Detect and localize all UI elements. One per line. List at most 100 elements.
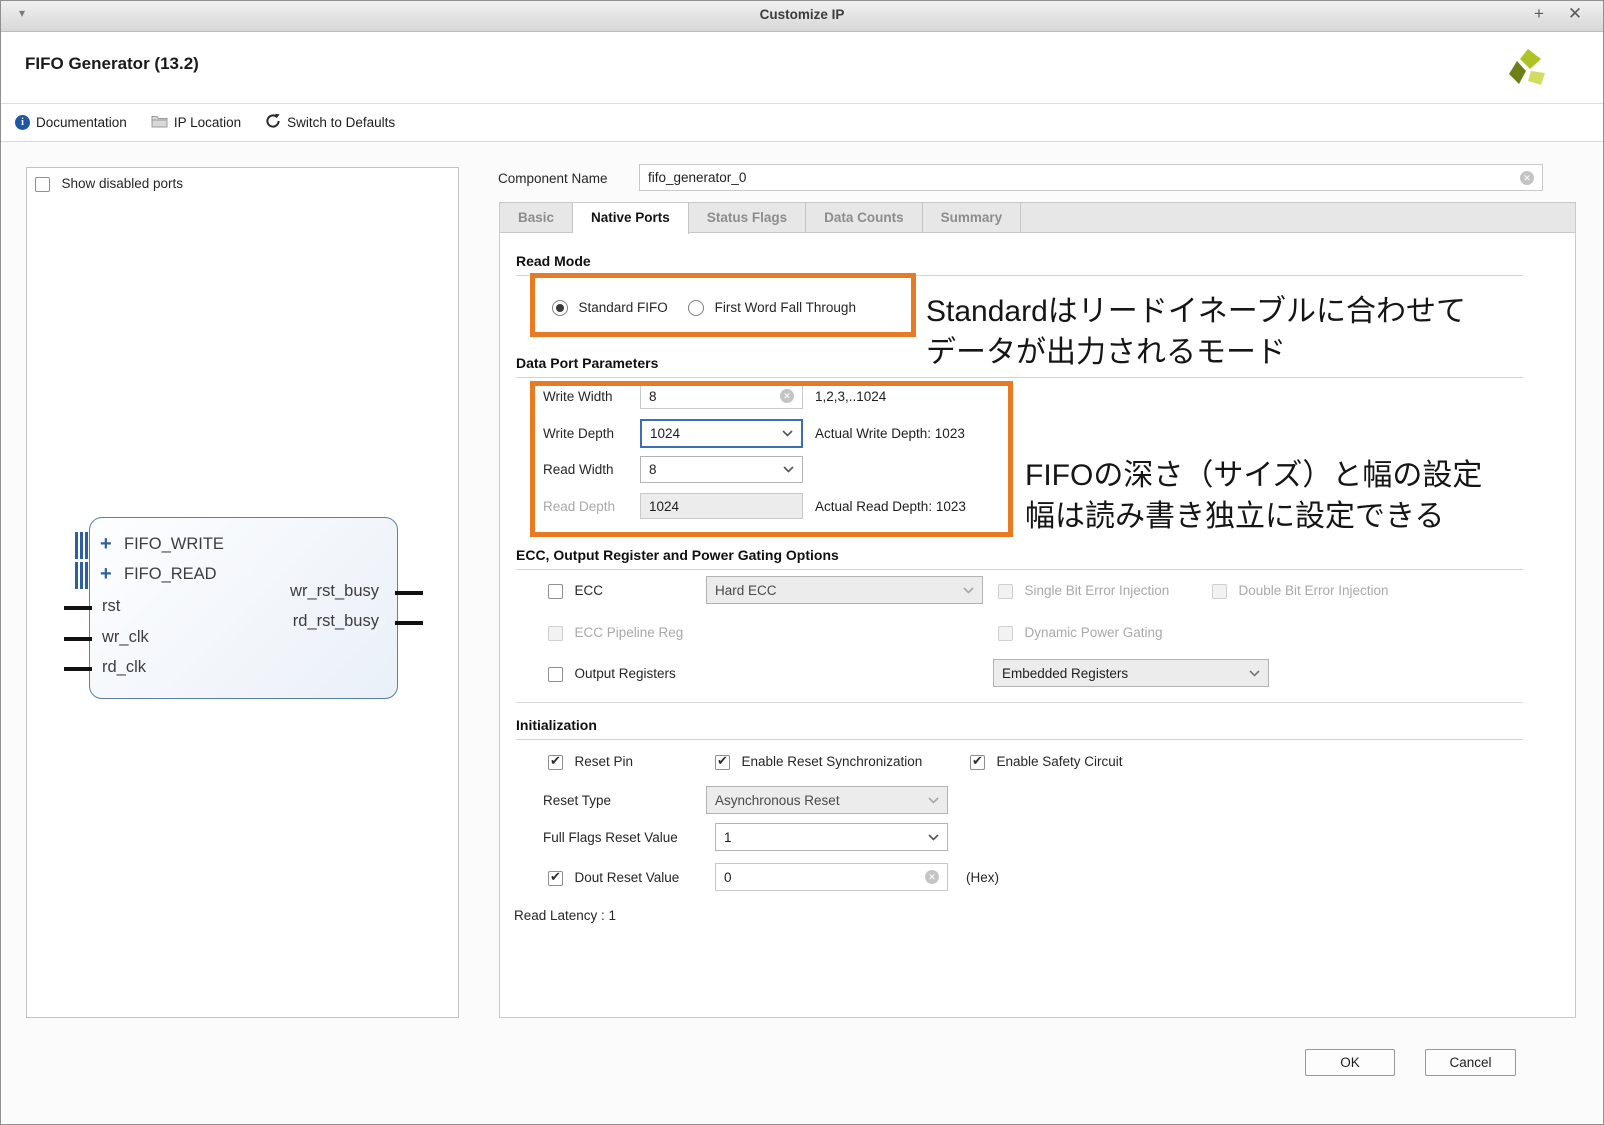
tab-strip: Basic Native Ports Status Flags Data Cou…	[499, 202, 1576, 233]
dout-reset-row: Dout Reset Value	[548, 870, 679, 888]
ecc-checkbox[interactable]	[548, 584, 563, 599]
ecc-pipeline-checkbox	[548, 626, 563, 641]
annotation-line: Standardはリードイネーブルに合わせて	[926, 291, 1466, 332]
show-disabled-ports-label: Show disabled ports	[61, 176, 183, 191]
component-name-value: fifo_generator_0	[648, 170, 746, 185]
show-disabled-ports-checkbox[interactable]	[35, 177, 50, 192]
cancel-button[interactable]: Cancel	[1425, 1049, 1516, 1076]
expand-fifo-write-icon[interactable]: +	[100, 534, 112, 554]
pin-wr-rst-busy	[395, 591, 423, 595]
output-registers-row: Output Registers	[548, 666, 676, 684]
single-bit-error-checkbox	[998, 584, 1013, 599]
enable-reset-sync-checkbox[interactable]	[715, 755, 730, 770]
native-ports-content: Read Mode Standard FIFO First Word Fall …	[499, 232, 1576, 1018]
ip-location-button[interactable]: IP Location	[151, 115, 241, 131]
reset-type-value: Asynchronous Reset	[715, 793, 840, 808]
enable-reset-sync-label: Enable Reset Synchronization	[741, 754, 922, 769]
tab-data-counts[interactable]: Data Counts	[806, 203, 923, 232]
annotation-line: 幅は読み書き独立に設定できる	[1025, 496, 1482, 537]
ecc-pipeline-row: ECC Pipeline Reg	[548, 625, 683, 643]
embedded-registers-value: Embedded Registers	[1002, 666, 1128, 681]
chevron-down-icon	[1249, 670, 1260, 677]
dynamic-power-label: Dynamic Power Gating	[1024, 625, 1162, 640]
single-bit-row: Single Bit Error Injection	[998, 583, 1169, 601]
enable-reset-sync-row: Enable Reset Synchronization	[715, 754, 922, 772]
data-port-section-title: Data Port Parameters	[516, 355, 1523, 378]
initialization-section-title: Initialization	[516, 717, 1523, 740]
port-rd-rst-busy: rd_rst_busy	[293, 612, 379, 631]
interface-fifo-read: FIFO_READ	[124, 565, 217, 584]
clear-icon[interactable]: ✕	[925, 870, 939, 884]
depth-annotation: FIFOの深さ（サイズ）と幅の設定 幅は読み書き独立に設定できる	[1025, 455, 1482, 537]
ip-location-label: IP Location	[174, 115, 241, 130]
component-name-input[interactable]: fifo_generator_0 ✕	[639, 164, 1543, 191]
port-rd-clk: rd_clk	[102, 658, 146, 677]
reset-pin-label: Reset Pin	[574, 754, 633, 769]
data-port-highlight-box	[530, 381, 1013, 537]
dynamic-power-row: Dynamic Power Gating	[998, 625, 1163, 643]
pin-rd-rst-busy	[395, 621, 423, 625]
show-disabled-ports-row: Show disabled ports	[35, 176, 183, 194]
pin-rd-clk	[64, 667, 92, 671]
refresh-icon	[265, 113, 281, 132]
reset-type-label: Reset Type	[543, 793, 611, 808]
ecc-pipeline-label: ECC Pipeline Reg	[574, 625, 683, 640]
switch-to-defaults-label: Switch to Defaults	[287, 115, 395, 130]
tab-status-flags[interactable]: Status Flags	[689, 203, 806, 232]
documentation-label: Documentation	[36, 115, 127, 130]
main-area: Show disabled ports + FIFO_WRITE + FIFO_…	[2, 142, 1602, 1123]
ecc-label: ECC	[574, 583, 603, 598]
reset-type-select: Asynchronous Reset	[706, 786, 948, 814]
double-bit-error-label: Double Bit Error Injection	[1238, 583, 1388, 598]
enable-safety-checkbox[interactable]	[970, 755, 985, 770]
window-shade-button[interactable]: +	[1527, 4, 1551, 24]
xilinx-logo-icon	[1507, 48, 1547, 93]
dialog-header: FIFO Generator (13.2)	[1, 32, 1603, 104]
window-close-button[interactable]: ✕	[1563, 4, 1587, 24]
ecc-mode-select: Hard ECC	[706, 576, 983, 604]
section-divider	[516, 702, 1523, 703]
dynamic-power-checkbox	[998, 626, 1013, 641]
bus-pin-icon	[75, 532, 88, 559]
output-registers-checkbox[interactable]	[548, 667, 563, 682]
info-icon: i	[15, 115, 30, 130]
pin-rst	[64, 606, 92, 610]
double-bit-row: Double Bit Error Injection	[1212, 583, 1389, 601]
enable-safety-label: Enable Safety Circuit	[996, 754, 1122, 769]
embedded-registers-select[interactable]: Embedded Registers	[993, 659, 1269, 687]
switch-to-defaults-button[interactable]: Switch to Defaults	[265, 113, 395, 132]
ecc-row: ECC	[548, 583, 603, 601]
output-registers-label: Output Registers	[574, 666, 675, 681]
title-bar[interactable]: ▾ Customize IP + ✕	[1, 1, 1603, 32]
tab-summary[interactable]: Summary	[923, 203, 1022, 232]
read-latency-text: Read Latency : 1	[514, 908, 616, 923]
dout-reset-input[interactable]: 0 ✕	[715, 863, 948, 891]
port-wr-rst-busy: wr_rst_busy	[290, 582, 379, 601]
enable-safety-row: Enable Safety Circuit	[970, 754, 1123, 772]
reset-pin-checkbox[interactable]	[548, 755, 563, 770]
interface-fifo-write: FIFO_WRITE	[124, 535, 224, 554]
dout-reset-value: 0	[724, 870, 732, 885]
clear-icon[interactable]: ✕	[1520, 171, 1534, 185]
page-title: FIFO Generator (13.2)	[25, 54, 199, 74]
reset-pin-row: Reset Pin	[548, 754, 633, 772]
single-bit-error-label: Single Bit Error Injection	[1024, 583, 1169, 598]
pin-wr-clk	[64, 637, 92, 641]
full-flags-value: 1	[724, 830, 732, 845]
bus-pin-icon	[75, 562, 88, 589]
ok-button[interactable]: OK	[1305, 1049, 1395, 1076]
component-name-label: Component Name	[498, 171, 608, 186]
chevron-down-icon	[963, 587, 974, 594]
ip-symbol-panel: Show disabled ports + FIFO_WRITE + FIFO_…	[26, 167, 459, 1018]
ip-symbol-block[interactable]: + FIFO_WRITE + FIFO_READ rst wr_clk rd_c…	[89, 517, 398, 699]
port-rst: rst	[102, 597, 120, 616]
expand-fifo-read-icon[interactable]: +	[100, 564, 112, 584]
documentation-button[interactable]: i Documentation	[15, 115, 127, 130]
toolbar: i Documentation IP Location Switch to De…	[1, 104, 1603, 142]
dout-reset-checkbox[interactable]	[548, 871, 563, 886]
ecc-section-title: ECC, Output Register and Power Gating Op…	[516, 547, 1523, 570]
tab-native-ports[interactable]: Native Ports	[573, 203, 689, 234]
tab-basic[interactable]: Basic	[500, 203, 573, 232]
full-flags-select[interactable]: 1	[715, 823, 948, 851]
double-bit-error-checkbox	[1212, 584, 1227, 599]
